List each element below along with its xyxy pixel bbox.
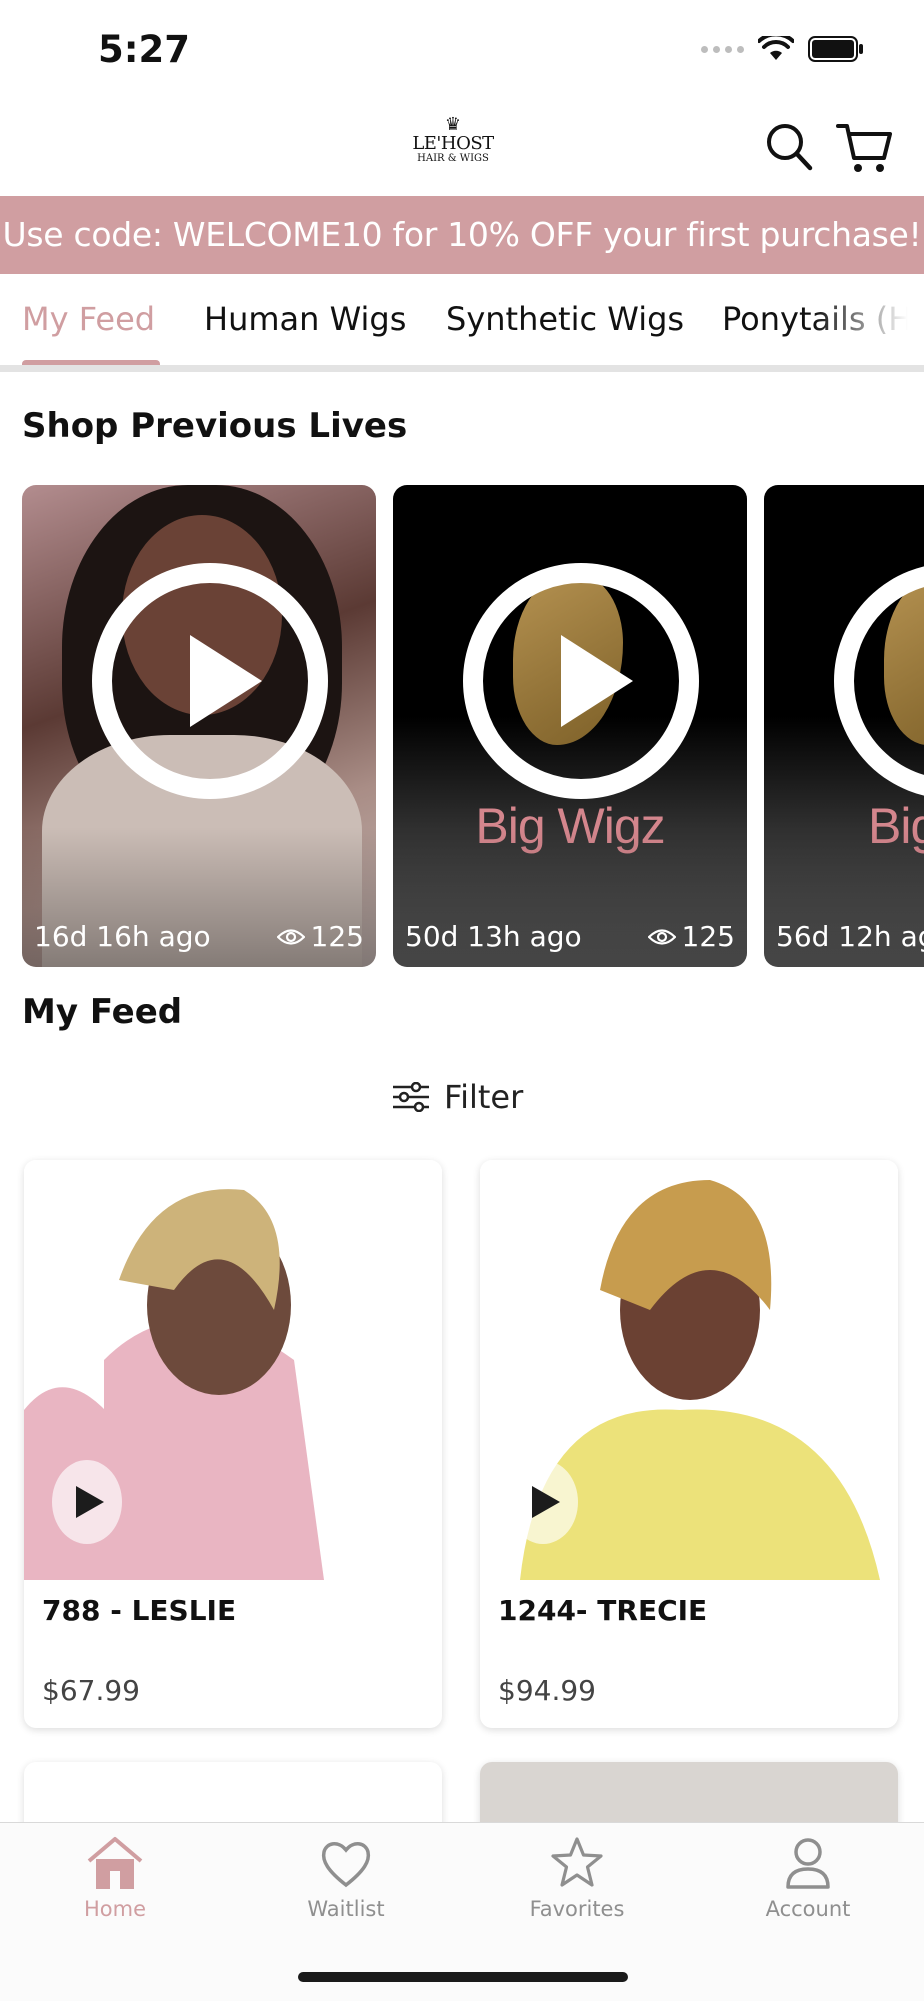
nav-label: Waitlist bbox=[307, 1897, 385, 1921]
nav-label: Account bbox=[765, 1897, 851, 1921]
play-icon[interactable] bbox=[834, 563, 924, 799]
live-view-count: 125 bbox=[276, 920, 364, 953]
play-icon[interactable] bbox=[508, 1460, 578, 1544]
filter-label: Filter bbox=[444, 1078, 524, 1116]
play-icon[interactable] bbox=[463, 563, 699, 799]
live-time-ago: 16d 16h ago bbox=[34, 920, 211, 953]
home-icon bbox=[87, 1837, 143, 1889]
product-name: 1244- TRECIE bbox=[498, 1594, 708, 1627]
nav-favorites[interactable]: Favorites bbox=[507, 1835, 647, 1921]
live-view-count: 125 bbox=[647, 920, 735, 953]
promo-banner[interactable]: Use code: WELCOME10 for 10% OFF your fir… bbox=[0, 196, 924, 274]
product-image bbox=[480, 1160, 898, 1580]
status-time: 5:27 bbox=[98, 28, 191, 71]
cart-icon[interactable] bbox=[836, 120, 892, 176]
nav-label: Favorites bbox=[529, 1897, 625, 1921]
section-title-my-feed: My Feed bbox=[22, 992, 183, 1032]
status-bar: 5:27 bbox=[0, 0, 924, 100]
battery-icon bbox=[808, 36, 863, 62]
tab-human-wigs[interactable]: Human Wigs bbox=[204, 300, 406, 338]
product-price: $67.99 bbox=[42, 1674, 140, 1707]
nav-label: Home bbox=[83, 1897, 146, 1921]
home-indicator bbox=[298, 1972, 628, 1982]
wifi-icon bbox=[758, 36, 794, 60]
app-header: ♛ LE'HOST HAIR & WIGS bbox=[0, 100, 924, 196]
previous-lives-carousel[interactable]: 16d 16h ago 125 Big Wigz 50d 13h ago 125… bbox=[0, 485, 924, 967]
product-price: $94.99 bbox=[498, 1674, 596, 1707]
star-icon bbox=[551, 1837, 603, 1887]
heart-icon bbox=[321, 1842, 371, 1888]
tab-my-feed[interactable]: My Feed bbox=[22, 300, 155, 338]
filter-button[interactable]: Filter bbox=[392, 1078, 523, 1116]
product-name: 788 - LESLIE bbox=[42, 1594, 237, 1627]
account-icon bbox=[786, 1838, 830, 1889]
logo-crown-icon: ♛ bbox=[444, 114, 462, 135]
views-count: 125 bbox=[681, 920, 735, 953]
eye-icon bbox=[647, 928, 676, 945]
logo-sub-text: HAIR & WIGS bbox=[417, 153, 489, 164]
play-icon[interactable] bbox=[92, 563, 328, 799]
product-card[interactable]: 788 - LESLIE $67.99 bbox=[24, 1160, 442, 1728]
search-icon[interactable] bbox=[764, 120, 814, 174]
nav-home[interactable]: Home bbox=[45, 1835, 185, 1921]
eye-icon bbox=[276, 928, 305, 945]
live-video-card[interactable]: 16d 16h ago 125 bbox=[22, 485, 376, 967]
active-tab-indicator bbox=[22, 360, 160, 365]
status-icons bbox=[701, 36, 864, 62]
live-time-ago: 56d 12h ag bbox=[776, 920, 924, 953]
filter-icon bbox=[393, 1082, 429, 1112]
tab-fade bbox=[814, 274, 924, 365]
play-icon[interactable] bbox=[52, 1460, 122, 1544]
section-title-previous-lives: Shop Previous Lives bbox=[22, 406, 408, 446]
logo-main-text: LE'HOST bbox=[412, 133, 494, 154]
brand-logo[interactable]: ♛ LE'HOST HAIR & WIGS bbox=[410, 116, 496, 182]
nav-waitlist[interactable]: Waitlist bbox=[276, 1835, 416, 1921]
nav-account[interactable]: Account bbox=[738, 1835, 878, 1921]
views-count: 125 bbox=[310, 920, 364, 953]
live-time-ago: 50d 13h ago bbox=[405, 920, 582, 953]
live-video-card[interactable]: Big Wigz 50d 13h ago 125 bbox=[393, 485, 747, 967]
product-image bbox=[24, 1160, 442, 1580]
category-tabs: My Feed Human Wigs Synthetic Wigs Ponyta… bbox=[0, 274, 924, 372]
signal-icon bbox=[701, 45, 744, 53]
live-video-card[interactable]: Big 56d 12h ag bbox=[764, 485, 924, 967]
tab-synthetic-wigs[interactable]: Synthetic Wigs bbox=[446, 300, 684, 338]
product-card[interactable]: 1244- TRECIE $94.99 bbox=[480, 1160, 898, 1728]
